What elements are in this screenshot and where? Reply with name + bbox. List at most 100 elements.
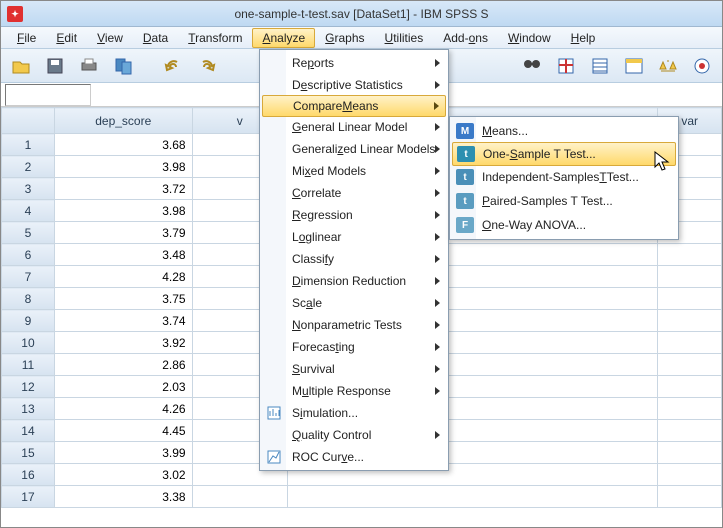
cell[interactable] [658, 332, 722, 354]
cell[interactable]: 4.28 [54, 266, 192, 288]
analyze-item-multiple-response[interactable]: Multiple Response [262, 380, 446, 402]
row-header[interactable]: 9 [2, 310, 55, 332]
row-header[interactable]: 16 [2, 464, 55, 486]
menu-utilities[interactable]: Utilities [375, 28, 434, 48]
analyze-item-general-linear-model[interactable]: General Linear Model [262, 116, 446, 138]
weight-button[interactable] [654, 53, 682, 79]
cell[interactable] [658, 310, 722, 332]
recall-dialog-button[interactable] [109, 53, 137, 79]
analyze-item-reports[interactable]: Reports [262, 52, 446, 74]
print-button[interactable] [75, 53, 103, 79]
insert-case-button[interactable] [552, 53, 580, 79]
compare-means-item-paired-samples-t-test-[interactable]: tPaired-Samples T Test... [452, 189, 676, 213]
row-header[interactable]: 12 [2, 376, 55, 398]
analyze-item-correlate[interactable]: Correlate [262, 182, 446, 204]
menu-window[interactable]: Window [498, 28, 561, 48]
compare-means-item-one-way-anova-[interactable]: FOne-Way ANOVA... [452, 213, 676, 237]
compare-means-item-one-sample-t-test-[interactable]: tOne-Sample T Test... [452, 142, 676, 166]
insert-var-button[interactable] [586, 53, 614, 79]
row-header[interactable]: 3 [2, 178, 55, 200]
analyze-item-compare-means[interactable]: Compare Means [262, 95, 446, 117]
row-header[interactable]: 5 [2, 222, 55, 244]
cell[interactable] [287, 486, 658, 508]
analyze-item-nonparametric-tests[interactable]: Nonparametric Tests [262, 314, 446, 336]
row-header[interactable]: 17 [2, 486, 55, 508]
row-header[interactable]: 7 [2, 266, 55, 288]
redo-button[interactable] [193, 53, 221, 79]
split-file-button[interactable] [620, 53, 648, 79]
cell[interactable] [658, 398, 722, 420]
select-cases-button[interactable] [688, 53, 716, 79]
analyze-item-generalized-linear-models[interactable]: Generalized Linear Models [262, 138, 446, 160]
cell[interactable] [658, 486, 722, 508]
row-header[interactable]: 1 [2, 134, 55, 156]
cell[interactable]: 2.86 [54, 354, 192, 376]
compare-means-item-means-[interactable]: MMeans... [452, 119, 676, 143]
row-header[interactable]: 14 [2, 420, 55, 442]
cell[interactable] [658, 420, 722, 442]
analyze-item-descriptive-statistics[interactable]: Descriptive Statistics [262, 74, 446, 96]
cell[interactable]: 3.75 [54, 288, 192, 310]
analyze-item-classify[interactable]: Classify [262, 248, 446, 270]
analyze-item-forecasting[interactable]: Forecasting [262, 336, 446, 358]
analyze-item-simulation-[interactable]: Simulation... [262, 402, 446, 424]
row-header[interactable]: 13 [2, 398, 55, 420]
analyze-item-roc-curve-[interactable]: ROC Curve... [262, 446, 446, 468]
cell[interactable]: 3.02 [54, 464, 192, 486]
cell[interactable]: 3.74 [54, 310, 192, 332]
cell[interactable]: 3.38 [54, 486, 192, 508]
grid-corner[interactable] [2, 108, 55, 134]
cell[interactable]: 3.48 [54, 244, 192, 266]
column-header-depscore[interactable]: dep_score [54, 108, 192, 134]
menu-help[interactable]: Help [561, 28, 606, 48]
cell[interactable]: 4.26 [54, 398, 192, 420]
analyze-item-quality-control[interactable]: Quality Control [262, 424, 446, 446]
cell[interactable] [658, 266, 722, 288]
cell[interactable] [658, 442, 722, 464]
cell[interactable] [658, 464, 722, 486]
row-header[interactable]: 15 [2, 442, 55, 464]
window-title: one-sample-t-test.sav [DataSet1] - IBM S… [234, 7, 488, 21]
cell[interactable]: 3.98 [54, 200, 192, 222]
cell[interactable] [658, 376, 722, 398]
undo-button[interactable] [159, 53, 187, 79]
cell[interactable]: 3.68 [54, 134, 192, 156]
menu-analyze[interactable]: Analyze [252, 28, 315, 48]
find-button[interactable] [518, 53, 546, 79]
cell[interactable]: 3.98 [54, 156, 192, 178]
compare-means-submenu: MMeans...tOne-Sample T Test...tIndepende… [449, 116, 679, 240]
cell[interactable] [658, 244, 722, 266]
row-header[interactable]: 4 [2, 200, 55, 222]
save-button[interactable] [41, 53, 69, 79]
menu-transform[interactable]: Transform [178, 28, 252, 48]
cell[interactable]: 3.79 [54, 222, 192, 244]
menu-edit[interactable]: Edit [46, 28, 87, 48]
analyze-item-mixed-models[interactable]: Mixed Models [262, 160, 446, 182]
cell-name-box[interactable] [5, 84, 91, 106]
analyze-item-survival[interactable]: Survival [262, 358, 446, 380]
compare-means-item-independent-samples-t-test-[interactable]: tIndependent-Samples T Test... [452, 165, 676, 189]
analyze-item-regression[interactable]: Regression [262, 204, 446, 226]
row-header[interactable]: 2 [2, 156, 55, 178]
cell[interactable]: 3.99 [54, 442, 192, 464]
menu-graphs[interactable]: Graphs [315, 28, 374, 48]
row-header[interactable]: 8 [2, 288, 55, 310]
menu-add-ons[interactable]: Add-ons [433, 28, 498, 48]
cell[interactable]: 4.45 [54, 420, 192, 442]
row-header[interactable]: 6 [2, 244, 55, 266]
analyze-item-dimension-reduction[interactable]: Dimension Reduction [262, 270, 446, 292]
cell[interactable]: 2.03 [54, 376, 192, 398]
menu-file[interactable]: File [7, 28, 46, 48]
analyze-item-scale[interactable]: Scale [262, 292, 446, 314]
row-header[interactable]: 10 [2, 332, 55, 354]
menu-data[interactable]: Data [133, 28, 178, 48]
cell[interactable] [658, 288, 722, 310]
cell[interactable]: 3.72 [54, 178, 192, 200]
cell[interactable] [192, 486, 287, 508]
analyze-item-loglinear[interactable]: Loglinear [262, 226, 446, 248]
open-button[interactable] [7, 53, 35, 79]
menu-view[interactable]: View [87, 28, 133, 48]
cell[interactable]: 3.92 [54, 332, 192, 354]
cell[interactable] [658, 354, 722, 376]
row-header[interactable]: 11 [2, 354, 55, 376]
